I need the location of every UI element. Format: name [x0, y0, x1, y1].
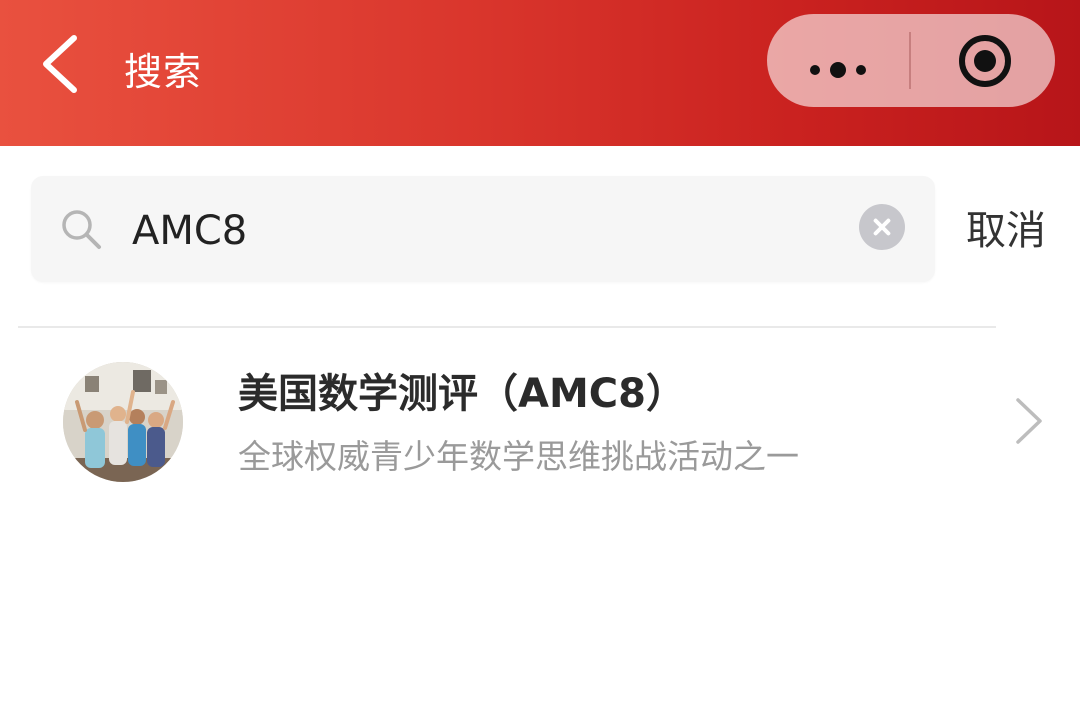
page-title: 搜索: [124, 50, 203, 94]
clear-icon[interactable]: [859, 204, 905, 250]
chevron-left-icon: [43, 35, 77, 93]
result-title: 美国数学测评（AMC8）: [238, 371, 686, 417]
result-description: 全球权威青少年数学思维挑战活动之一: [238, 437, 799, 476]
cancel-button[interactable]: 取消: [966, 204, 1046, 258]
search-icon: [62, 210, 101, 249]
chevron-right-icon: [1016, 398, 1042, 444]
more-button[interactable]: [767, 14, 910, 107]
back-button[interactable]: [30, 30, 94, 98]
avatar: [63, 362, 183, 482]
capsule-menu: [767, 14, 1055, 107]
header-bar: 搜索: [0, 0, 1080, 146]
close-miniprogram-button[interactable]: [911, 14, 1055, 107]
search-input[interactable]: [132, 200, 832, 262]
divider: [18, 326, 996, 328]
list-item[interactable]: 美国数学测评（AMC8） 全球权威青少年数学思维挑战活动之一: [0, 330, 1080, 510]
